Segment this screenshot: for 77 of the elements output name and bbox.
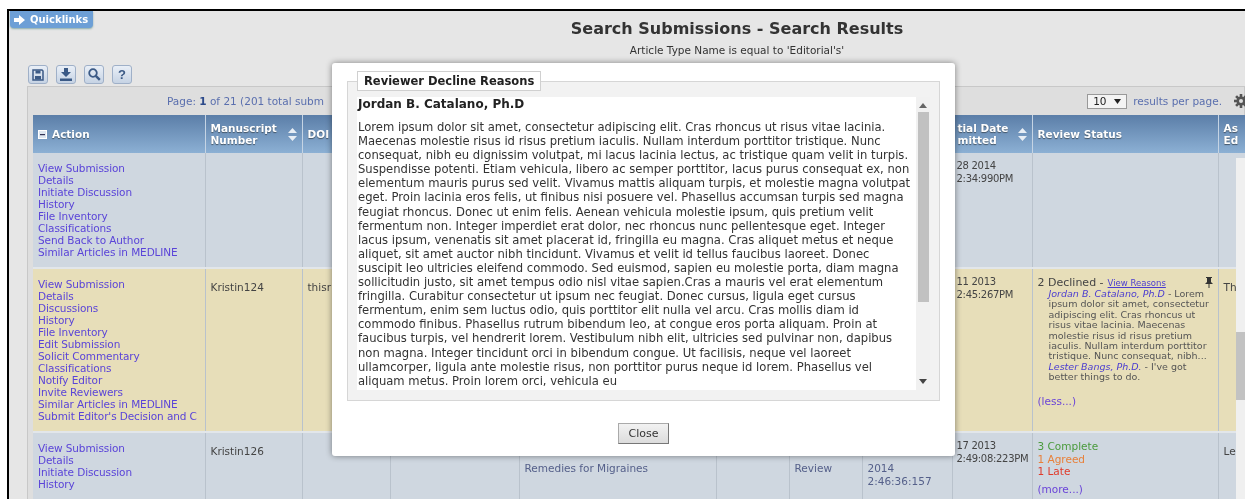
download-button[interactable] [56, 65, 76, 84]
scroll-up-icon[interactable] [919, 103, 927, 108]
table-cell: 2014 2:46:36:157 [867, 462, 932, 487]
pin-icon[interactable] [1204, 277, 1213, 288]
action-link[interactable]: History [38, 478, 75, 490]
column-header[interactable]: Manuscript Number [210, 122, 283, 146]
action-link[interactable]: Notify Editor [38, 374, 103, 386]
declined-count: 2 Declined - [1037, 276, 1104, 289]
view-reasons-link[interactable]: View Reasons [1107, 277, 1166, 288]
reviewer-name: Jordan B. Catalano, Ph.D [358, 97, 526, 111]
decline-reason: Jordan B. Catalano, Ph.D - Lorem ipsum dolor sit amet, consectetur adipiscing elit. Cras rhoncus ut risus vitae lacinia. Maecenas molestie risus id risus pretium iaculis. Nullam interdum porttitor tristique. Nunc consequat, nibh... [1048, 289, 1210, 362]
action-link[interactable]: File Inventory [38, 326, 108, 338]
reviewer-link[interactable]: Lester Bangs, Ph.D. [1048, 360, 1142, 372]
action-link[interactable]: Discussions [38, 302, 99, 314]
status-count: 1 Late [1037, 465, 1072, 478]
filter-summary: Article Type Name is equal to 'Editorial's' [628, 44, 846, 56]
page-title: Search Submissions - Search Results [569, 19, 905, 38]
sort-icon[interactable] [287, 126, 297, 142]
column-header: DOI [307, 128, 330, 140]
action-link[interactable]: Similar Articles in MEDLINE [38, 398, 178, 410]
action-link[interactable]: Classifications [38, 362, 112, 374]
table-cell: Kristin126 [210, 445, 264, 458]
table-cell: 28 2014 2:34:990PM [956, 160, 1014, 185]
page-info: Page: 1 of 21 (201 total subm [166, 95, 324, 107]
action-link[interactable]: View Submission [38, 278, 125, 290]
per-page-select[interactable]: 10 [1087, 93, 1128, 109]
caret-down-icon [1114, 98, 1122, 104]
column-header: Action [52, 128, 90, 140]
scroll-down-icon[interactable] [919, 378, 927, 384]
scrollbar[interactable] [1236, 158, 1245, 499]
action-link[interactable]: Details [38, 290, 74, 302]
action-link[interactable]: File Inventory [38, 210, 108, 222]
table-cell: Le [1223, 445, 1236, 458]
action-link[interactable]: Edit Submission [38, 338, 121, 350]
table-cell: 17 2013 2:49:08:223PM [956, 440, 1029, 465]
quicklinks-tab[interactable]: Quicklinks [10, 11, 93, 28]
action-link[interactable]: Solicit Commentary [38, 350, 140, 362]
search-icon [87, 68, 101, 81]
action-link[interactable]: Send Back to Author [38, 234, 144, 246]
help-button[interactable]: ? [112, 65, 132, 84]
table-cell: Th [1223, 281, 1237, 294]
decline-reason: Lester Bangs, Ph.D. - I've got better things to do. [1048, 361, 1188, 383]
arrow-right-icon [14, 14, 25, 25]
per-page-label: results per page. [1133, 95, 1222, 107]
column-header: As Ed [1223, 122, 1240, 146]
action-link[interactable]: History [38, 198, 75, 210]
save-button[interactable] [28, 65, 48, 84]
action-link[interactable]: Submit Editor's Decision and C [38, 410, 197, 422]
action-link[interactable]: Details [38, 174, 74, 186]
settings-icon[interactable] [1234, 94, 1245, 108]
column-header[interactable]: tial Date mitted [957, 122, 1013, 146]
close-button[interactable]: Close [617, 422, 670, 444]
table-cell: Remedies for Migraines [524, 462, 648, 475]
action-link[interactable]: Classifications [38, 222, 112, 234]
search-button[interactable] [84, 65, 104, 84]
table-cell: Kristin124 [210, 281, 264, 294]
reviewer-link[interactable]: Jordan B. Catalano, Ph.D [1048, 288, 1165, 299]
download-icon [60, 68, 72, 81]
action-link[interactable]: View Submission [38, 442, 125, 454]
action-link[interactable]: Similar Articles in MEDLINE [38, 246, 178, 258]
sort-icon[interactable] [1017, 126, 1027, 142]
status-count: 1 Agreed [1037, 452, 1087, 465]
dialog-title: Reviewer Decline Reasons [357, 71, 542, 91]
column-header: Review Status [1037, 128, 1123, 140]
collapse-icon[interactable] [38, 129, 47, 139]
toggle-link[interactable]: (more...) [1037, 482, 1083, 495]
action-link[interactable]: Invite Reviewers [38, 386, 123, 398]
action-link[interactable]: History [38, 314, 75, 326]
action-link[interactable]: View Submission [38, 162, 125, 174]
status-count: 3 Complete [1037, 440, 1100, 453]
toggle-link[interactable]: (less...) [1037, 394, 1077, 407]
action-link[interactable]: Initiate Discussion [38, 466, 132, 478]
action-link[interactable]: Initiate Discussion [38, 186, 132, 198]
table-cell: 11 2013 2:45:267PM [956, 276, 1014, 301]
action-link[interactable]: Details [38, 454, 74, 466]
table-cell: thisr [307, 281, 331, 294]
table-cell: Review [794, 462, 832, 475]
